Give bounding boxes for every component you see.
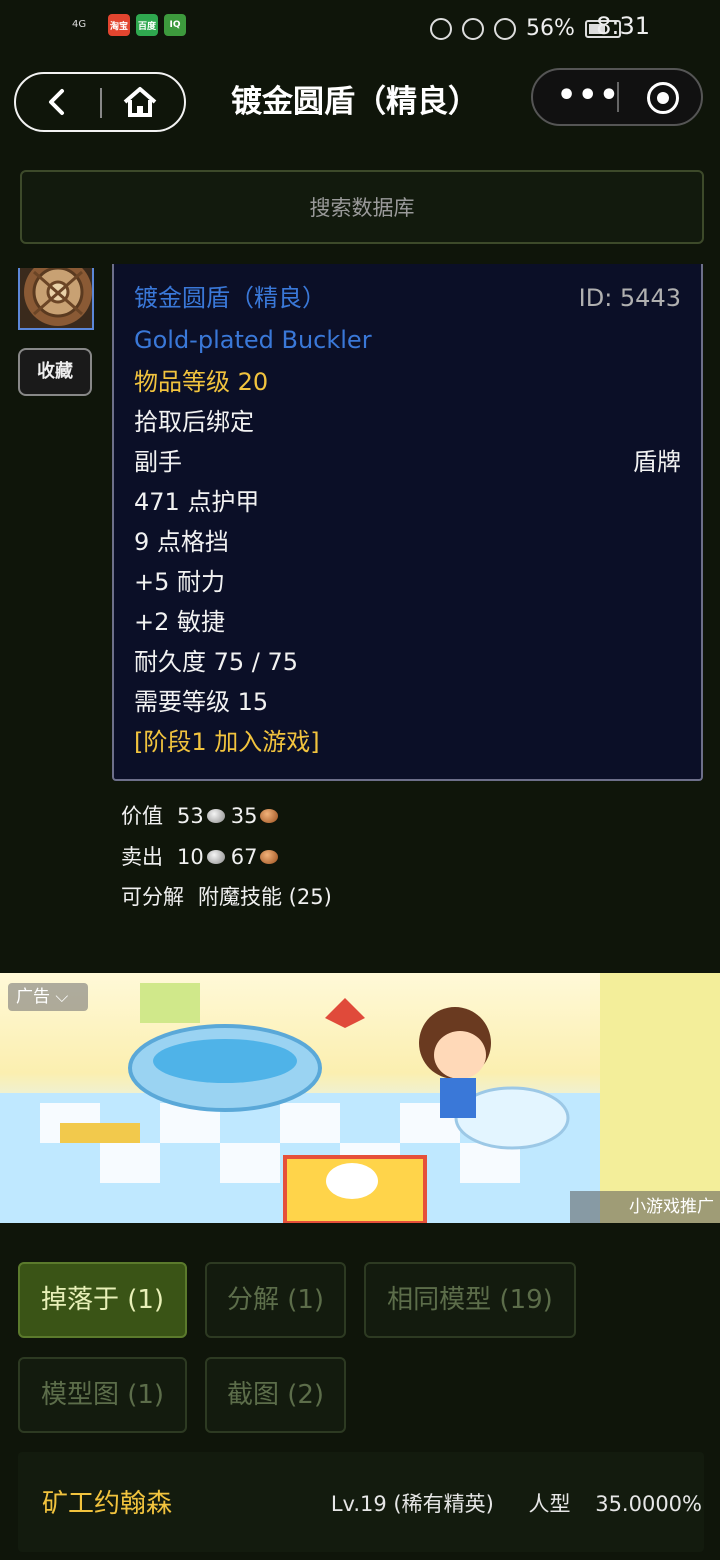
equip-slot: 副手 <box>134 448 182 476</box>
status-icons: 56% <box>430 16 621 41</box>
baidu-app-icon: 百度 <box>136 14 158 36</box>
value-silver: 53 <box>177 804 204 828</box>
ad-promo-label: 小游戏推广 <box>570 1191 720 1223</box>
page-title: 镀金圆盾（精良） <box>231 84 479 120</box>
favorite-button[interactable]: 收藏 <box>18 348 92 396</box>
mini-program-capsule: ••• <box>531 68 703 126</box>
ad-banner[interactable]: 广告 ⌵ 小游戏推广 <box>0 973 720 1223</box>
dnd-icon <box>430 17 452 40</box>
npc-level: Lv.19 (稀有精英) <box>330 1492 494 1516</box>
tab-model-view[interactable]: 模型图 (1) <box>18 1357 187 1433</box>
iq-app-icon: IQ <box>164 14 186 36</box>
battery-percent: 56% <box>526 16 575 41</box>
armor-stat: 471 点护甲 <box>134 488 260 516</box>
item-name-en: Gold-plated Buckler <box>134 326 372 354</box>
silver-coin-icon <box>206 850 225 864</box>
clock: 8:31 <box>596 12 650 40</box>
nav-button-group <box>14 72 186 132</box>
value-row: 价值 53 35 <box>121 801 284 831</box>
disenchant-value: 附魔技能 (25) <box>198 885 332 909</box>
value-label: 价值 <box>121 804 163 828</box>
tab-screenshots[interactable]: 截图 (2) <box>205 1357 346 1433</box>
npc-name[interactable]: 矿工约翰森 <box>42 1486 172 1522</box>
more-menu-icon[interactable]: ••• <box>557 78 621 114</box>
required-level: 需要等级 15 <box>134 688 269 716</box>
tab-dropped-by[interactable]: 掉落于 (1) <box>18 1262 187 1338</box>
item-tooltip: 镀金圆盾（精良） ID: 5443 Gold-plated Buckler 物品… <box>112 264 703 781</box>
tab-same-model[interactable]: 相同模型 (19) <box>364 1262 576 1338</box>
copper-coin-icon <box>260 850 279 864</box>
ad-game-image <box>0 973 720 1223</box>
home-icon[interactable] <box>122 86 158 118</box>
ad-tag[interactable]: 广告 ⌵ <box>8 983 88 1011</box>
item-icon <box>18 268 94 330</box>
network-indicator: 4G <box>72 19 87 30</box>
sell-row: 卖出 10 67 <box>121 842 284 872</box>
alarm-icon <box>462 17 484 40</box>
bind-type: 拾取后绑定 <box>134 408 254 436</box>
status-left: 4G 淘宝 百度 IQ <box>72 14 186 36</box>
sell-copper: 67 <box>230 845 258 869</box>
back-icon[interactable] <box>44 88 72 116</box>
disenchant-label: 可分解 <box>121 885 184 909</box>
shield-icon <box>20 268 92 328</box>
drop-source-row[interactable]: 矿工约翰森 Lv.19 (稀有精英) 人型 35.0000% <box>18 1452 704 1552</box>
close-program-icon[interactable] <box>647 82 679 114</box>
agility-stat: +2 敏捷 <box>134 608 226 636</box>
npc-info: Lv.19 (稀有精英) 人型 35.0000% <box>331 1488 702 1520</box>
phase-label: [阶段1 加入游戏] <box>134 728 320 756</box>
data-saver-icon <box>494 17 516 40</box>
tab-disenchant[interactable]: 分解 (1) <box>205 1262 346 1338</box>
copper-coin-icon <box>260 809 279 823</box>
drop-chance: 35.0000% <box>595 1492 702 1516</box>
disenchant-row: 可分解 附魔技能 (25) <box>121 882 332 912</box>
value-copper: 35 <box>230 804 258 828</box>
search-input[interactable]: 搜索数据库 <box>20 170 704 244</box>
capsule-divider <box>617 82 619 112</box>
taobao-app-icon: 淘宝 <box>108 14 130 36</box>
durability: 耐久度 75 / 75 <box>134 648 299 676</box>
item-subtype: 盾牌 <box>633 448 681 476</box>
npc-type: 人型 <box>528 1492 571 1516</box>
block-stat: 9 点格挡 <box>134 528 229 556</box>
item-name-cn: 镀金圆盾（精良） <box>134 284 326 312</box>
stamina-stat: +5 耐力 <box>134 568 226 596</box>
sell-label: 卖出 <box>121 845 163 869</box>
sell-silver: 10 <box>177 845 204 869</box>
item-level: 物品等级 20 <box>134 368 269 396</box>
item-id: ID: 5443 <box>578 284 681 312</box>
status-bar: 4G 淘宝 百度 IQ 56% 8:31 <box>0 0 720 56</box>
silver-coin-icon <box>206 809 225 823</box>
nav-divider <box>100 88 102 118</box>
